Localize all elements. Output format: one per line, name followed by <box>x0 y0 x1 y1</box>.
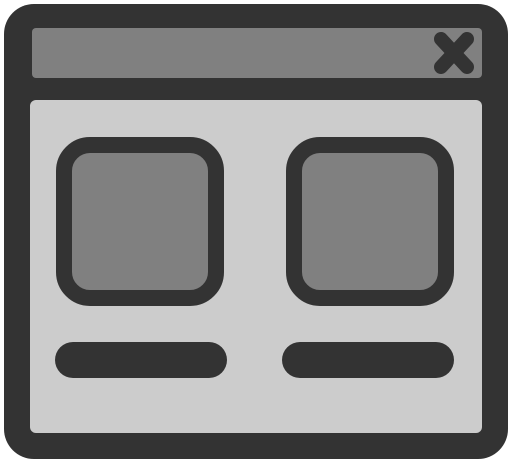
caption-right <box>282 342 454 378</box>
caption-left <box>55 342 227 378</box>
application-window-icon <box>4 4 508 459</box>
tile-left <box>56 137 224 306</box>
title-bar <box>32 28 482 78</box>
window-icon-canvas <box>0 0 512 463</box>
tile-right <box>286 137 454 306</box>
close-icon <box>434 32 474 74</box>
